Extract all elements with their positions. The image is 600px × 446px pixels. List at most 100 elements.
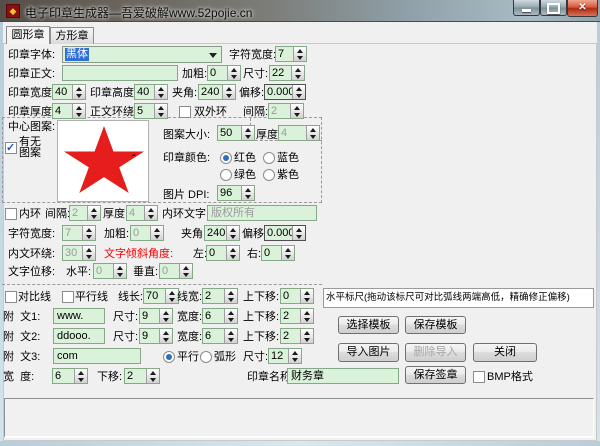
shift-vertical-spinner[interactable]: 0: [159, 263, 193, 279]
spinner-buttons[interactable]: [82, 226, 95, 240]
bmp-format-label[interactable]: BMP格式: [487, 369, 533, 385]
spinner-buttons[interactable]: [72, 85, 85, 99]
spinner-up-icon[interactable]: [225, 329, 237, 336]
text-wrap-spinner[interactable]: 5: [134, 103, 168, 119]
spinner-buttons[interactable]: [288, 349, 301, 363]
bold2-value[interactable]: 0: [131, 226, 150, 240]
close-dialog-button[interactable]: 关闭: [473, 343, 537, 362]
pattern-thickness-spinner[interactable]: 4: [278, 125, 320, 141]
fuwen1-updown-spinner[interactable]: 2: [280, 308, 314, 324]
line-updown-value[interactable]: 0: [281, 289, 300, 303]
spinner-down-icon[interactable]: [225, 296, 237, 303]
color-purple-label[interactable]: 紫色: [277, 167, 299, 183]
char-width2-value[interactable]: 7: [63, 226, 82, 240]
spinner-buttons[interactable]: [292, 226, 305, 240]
spinner-down-icon[interactable]: [301, 316, 313, 323]
spinner-buttons[interactable]: [146, 369, 159, 383]
inner-thickness-value[interactable]: 4: [127, 206, 144, 220]
fuwen2-size-spinner[interactable]: 9: [139, 328, 173, 344]
tab-round-seal[interactable]: 圆形章: [6, 26, 50, 44]
angle2-spinner[interactable]: 240: [204, 225, 240, 241]
angle2-value[interactable]: 240: [205, 226, 226, 240]
spinner-buttons[interactable]: [300, 309, 313, 323]
gap1-value[interactable]: 2: [269, 104, 290, 118]
spinner-up-icon[interactable]: [75, 369, 87, 376]
spinner-down-icon[interactable]: [291, 111, 303, 118]
spinner-buttons[interactable]: [241, 186, 254, 200]
color-green-label[interactable]: 绿色: [234, 167, 256, 183]
fuwen1-input[interactable]: www.: [53, 308, 105, 324]
spinner-buttons[interactable]: [224, 309, 237, 323]
color-purple-radio[interactable]: [263, 169, 275, 181]
spinner-up-icon[interactable]: [227, 246, 239, 253]
spinner-up-icon[interactable]: [88, 206, 100, 213]
spinner-down-icon[interactable]: [292, 73, 304, 80]
spinner-down-icon[interactable]: [155, 111, 167, 118]
width-row-value[interactable]: 6: [53, 369, 74, 383]
spinner-down-icon[interactable]: [293, 92, 305, 99]
spinner-up-icon[interactable]: [145, 206, 157, 213]
shift-horizontal-spinner[interactable]: 0: [93, 263, 127, 279]
spinner-up-icon[interactable]: [151, 226, 163, 233]
down-shift-value[interactable]: 2: [125, 369, 146, 383]
fuwen1-size-spinner[interactable]: 9: [139, 308, 173, 324]
spinner-buttons[interactable]: [222, 85, 235, 99]
spinner-down-icon[interactable]: [225, 316, 237, 323]
bold2-spinner[interactable]: 0: [130, 225, 164, 241]
spinner-down-icon[interactable]: [145, 213, 157, 220]
pattern-thickness-value[interactable]: 4: [279, 126, 306, 140]
spinner-buttons[interactable]: [291, 66, 304, 80]
line-length-value[interactable]: 70: [144, 289, 165, 303]
tilt-right-value[interactable]: 0: [262, 246, 281, 260]
dpi-value[interactable]: 96: [218, 186, 241, 200]
spinner-up-icon[interactable]: [242, 126, 254, 133]
char-width1-value[interactable]: 7: [276, 47, 293, 61]
spinner-down-icon[interactable]: [301, 296, 313, 303]
spinner-down-icon[interactable]: [282, 253, 294, 260]
spinner-up-icon[interactable]: [228, 66, 240, 73]
seal-height-spinner[interactable]: 40: [134, 84, 168, 100]
spinner-down-icon[interactable]: [294, 54, 306, 61]
fuwen1-updown-value[interactable]: 2: [281, 309, 300, 323]
bold1-spinner[interactable]: 0: [207, 65, 241, 81]
spinner-up-icon[interactable]: [293, 85, 305, 92]
save-template-button[interactable]: 保存模板: [405, 316, 466, 334]
spinner-up-icon[interactable]: [83, 226, 95, 233]
spinner-down-icon[interactable]: [88, 213, 100, 220]
size1-spinner[interactable]: 22: [269, 65, 305, 81]
fuwen3-input[interactable]: com: [53, 348, 141, 364]
tab-square-seal[interactable]: 方形章: [50, 27, 94, 44]
text-wrap-value[interactable]: 5: [135, 104, 154, 118]
spinner-up-icon[interactable]: [225, 289, 237, 296]
seal-text-input[interactable]: [62, 65, 178, 81]
parallel-line-checkbox[interactable]: [62, 291, 74, 303]
spinner-down-icon[interactable]: [227, 233, 239, 240]
spinner-down-icon[interactable]: [151, 233, 163, 240]
spinner-buttons[interactable]: [179, 264, 192, 278]
arc-radio[interactable]: [200, 351, 212, 363]
spinner-down-icon[interactable]: [83, 233, 95, 240]
horizontal-ruler[interactable]: 水平标尺(拖动该标尺可对比弧线两端高低，精确修正偏移): [323, 288, 594, 308]
spinner-buttons[interactable]: [159, 329, 172, 343]
inner-gap-value[interactable]: 2: [70, 206, 87, 220]
spinner-buttons[interactable]: [144, 206, 157, 220]
spinner-up-icon[interactable]: [160, 329, 172, 336]
spinner-buttons[interactable]: [87, 206, 100, 220]
pattern-size-spinner[interactable]: 50: [217, 125, 255, 141]
seal-name-input[interactable]: 财务章: [287, 368, 399, 384]
spinner-buttons[interactable]: [154, 85, 167, 99]
save-seal-button[interactable]: 保存签章: [405, 366, 466, 384]
shift-vertical-value[interactable]: 0: [160, 264, 179, 278]
spinner-up-icon[interactable]: [294, 47, 306, 54]
spinner-up-icon[interactable]: [291, 104, 303, 111]
spinner-up-icon[interactable]: [180, 264, 192, 271]
color-green-radio[interactable]: [220, 169, 232, 181]
spinner-up-icon[interactable]: [73, 104, 85, 111]
spinner-buttons[interactable]: [292, 85, 305, 99]
seal-width-value[interactable]: 40: [53, 85, 72, 99]
angle1-value[interactable]: 240: [199, 85, 222, 99]
spinner-buttons[interactable]: [159, 309, 172, 323]
shift-horizontal-value[interactable]: 0: [94, 264, 113, 278]
spinner-buttons[interactable]: [224, 289, 237, 303]
spinner-buttons[interactable]: [154, 104, 167, 118]
